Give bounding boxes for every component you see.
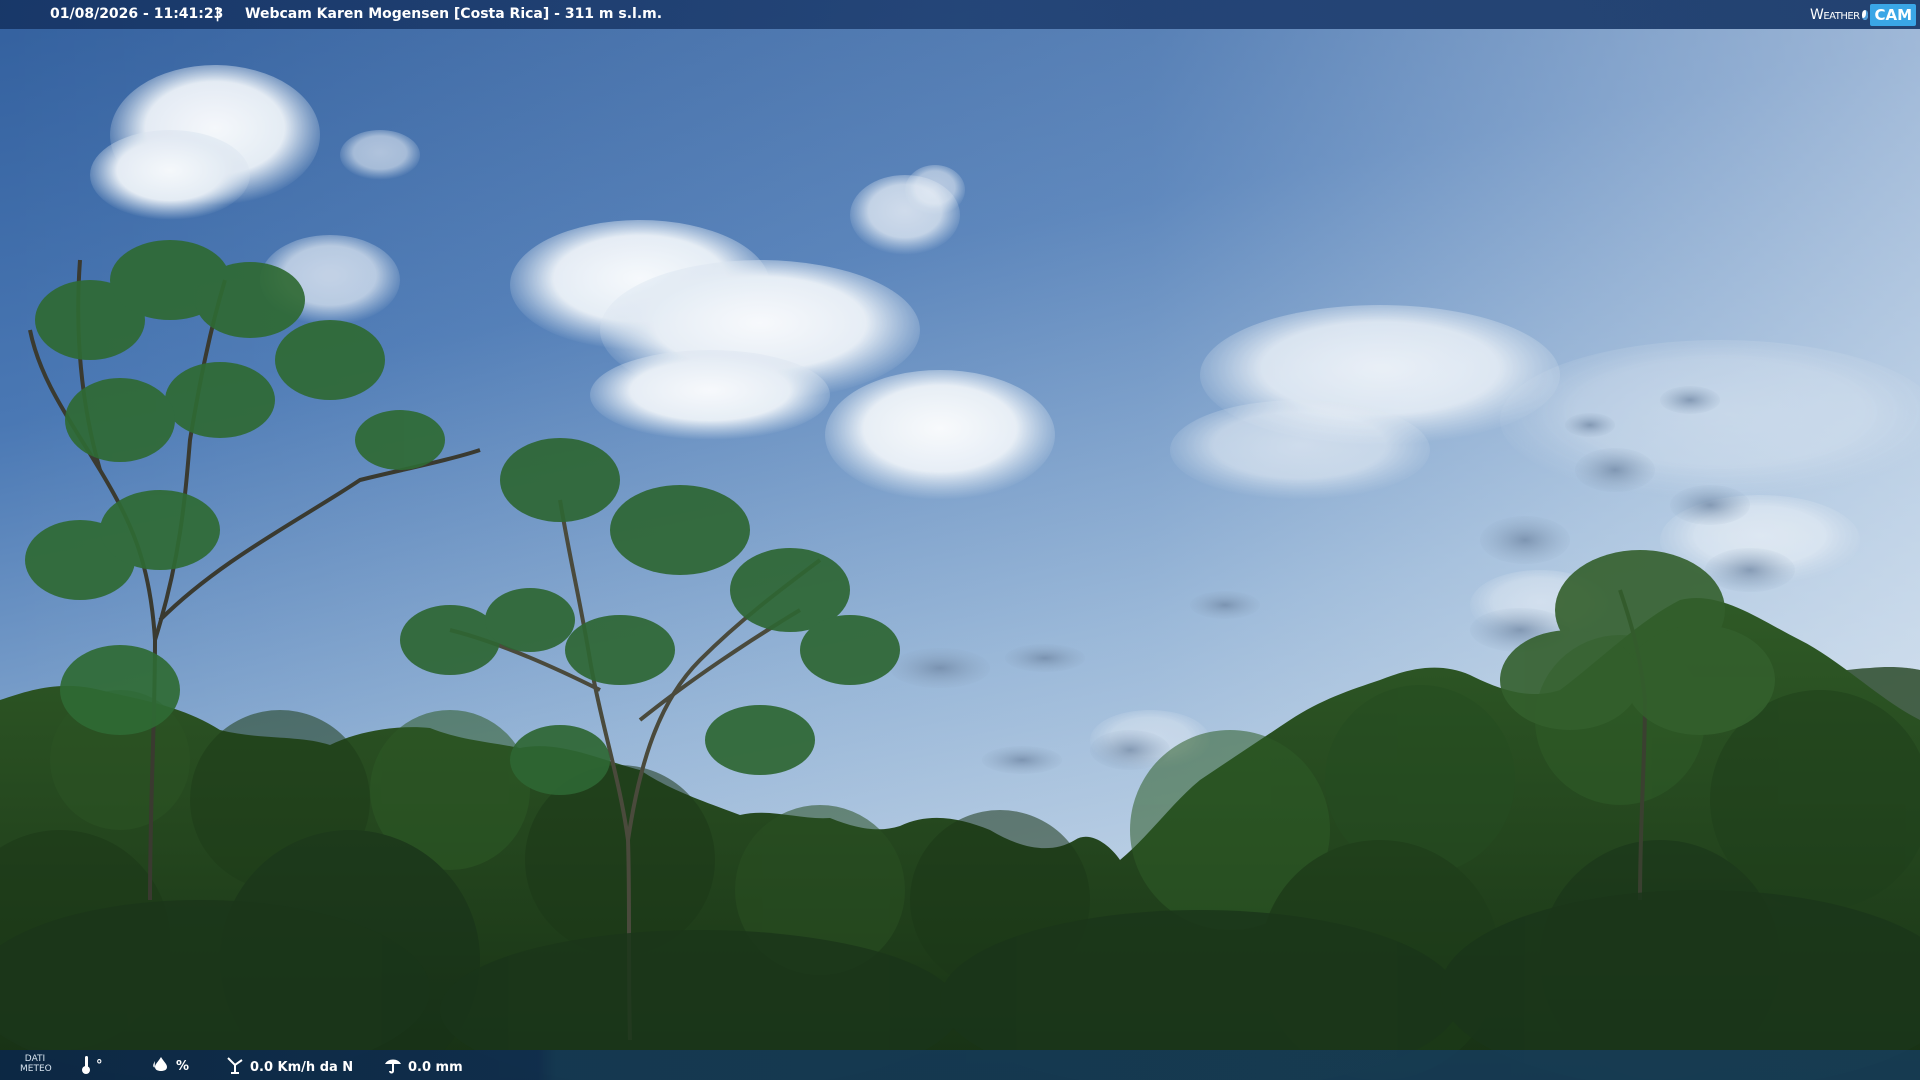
weather-data-label-line2: METEO [20, 1064, 52, 1074]
webcam-image [0, 0, 1920, 1080]
humidity-value: % [176, 1058, 190, 1074]
title-separator: | [215, 6, 221, 22]
weathercam-logo: Weather CAM [1810, 0, 1920, 29]
weather-data-label: DATI METEO [20, 1054, 52, 1074]
temperature-reading: ° [82, 1056, 103, 1074]
top-overlay-bar: 01/08/2026 - 11:41:23 | Webcam Karen Mog… [0, 0, 1920, 29]
webcam-title: Webcam Karen Mogensen [Costa Rica] - 311… [245, 6, 663, 22]
timestamp: 01/08/2026 - 11:41:23 [50, 6, 224, 22]
rain-value: 0.0 mm [408, 1059, 463, 1075]
wind-icon [226, 1056, 244, 1078]
humidity-reading: % [152, 1056, 189, 1076]
rain-reading: 0.0 mm [384, 1056, 463, 1078]
weather-data-bar: DATI METEO ° % 0.0 Km/h da N 0.0 mm [0, 1050, 1920, 1080]
logo-cam-text: CAM [1870, 3, 1916, 26]
temperature-value: ° [96, 1057, 103, 1073]
thermometer-icon [82, 1056, 90, 1074]
humidity-drop-icon [152, 1056, 170, 1076]
logo-globe-icon [1861, 9, 1869, 20]
wind-value: 0.0 Km/h da N [250, 1059, 354, 1075]
rain-icon [384, 1056, 402, 1078]
logo-weather-text: Weather [1810, 6, 1860, 23]
wind-reading: 0.0 Km/h da N [226, 1056, 353, 1078]
weather-data-label-line1: DATI [24, 1054, 46, 1064]
